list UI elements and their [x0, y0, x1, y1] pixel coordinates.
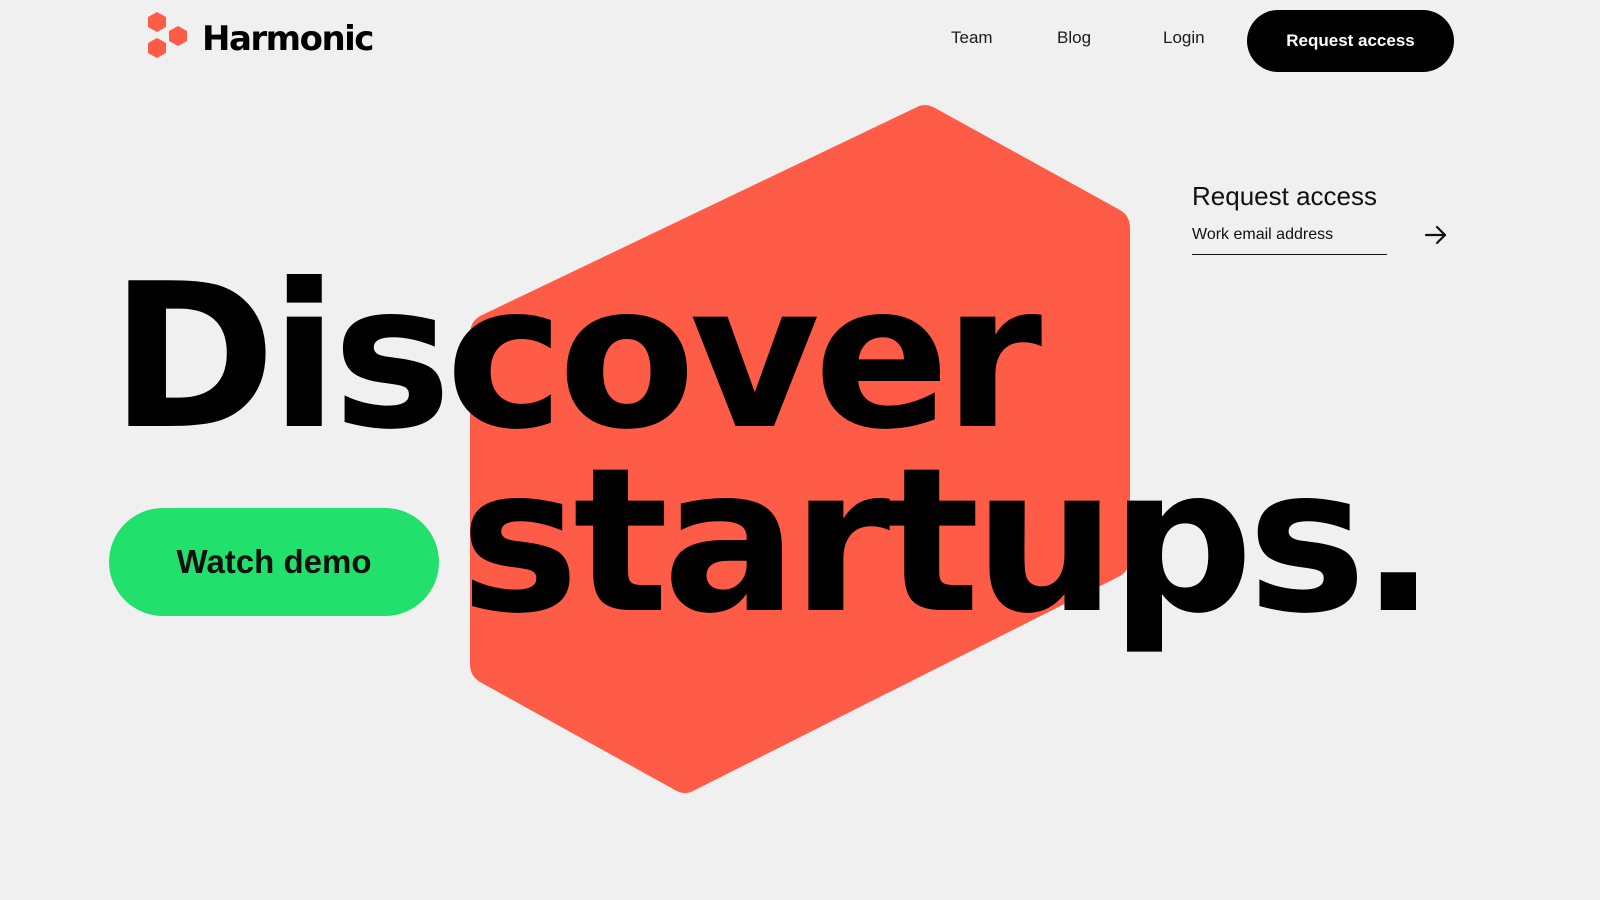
nav-login[interactable]: Login [1163, 26, 1205, 50]
watch-demo-button[interactable]: Watch demo [109, 508, 439, 616]
request-access-button[interactable]: Request access [1247, 10, 1454, 72]
nav-blog[interactable]: Blog [1057, 26, 1091, 50]
arrow-right-icon [1424, 225, 1447, 245]
headline-line-2: startups. [460, 425, 1436, 658]
brand-name: Harmonic [202, 19, 374, 59]
hexagon-cluster-icon [148, 12, 187, 58]
signup-title: Request access [1192, 181, 1377, 211]
email-submit-button[interactable] [1421, 222, 1451, 248]
logo-link[interactable]: Harmonic [142, 10, 374, 68]
work-email-input[interactable] [1192, 220, 1387, 255]
nav-team[interactable]: Team [951, 26, 993, 50]
